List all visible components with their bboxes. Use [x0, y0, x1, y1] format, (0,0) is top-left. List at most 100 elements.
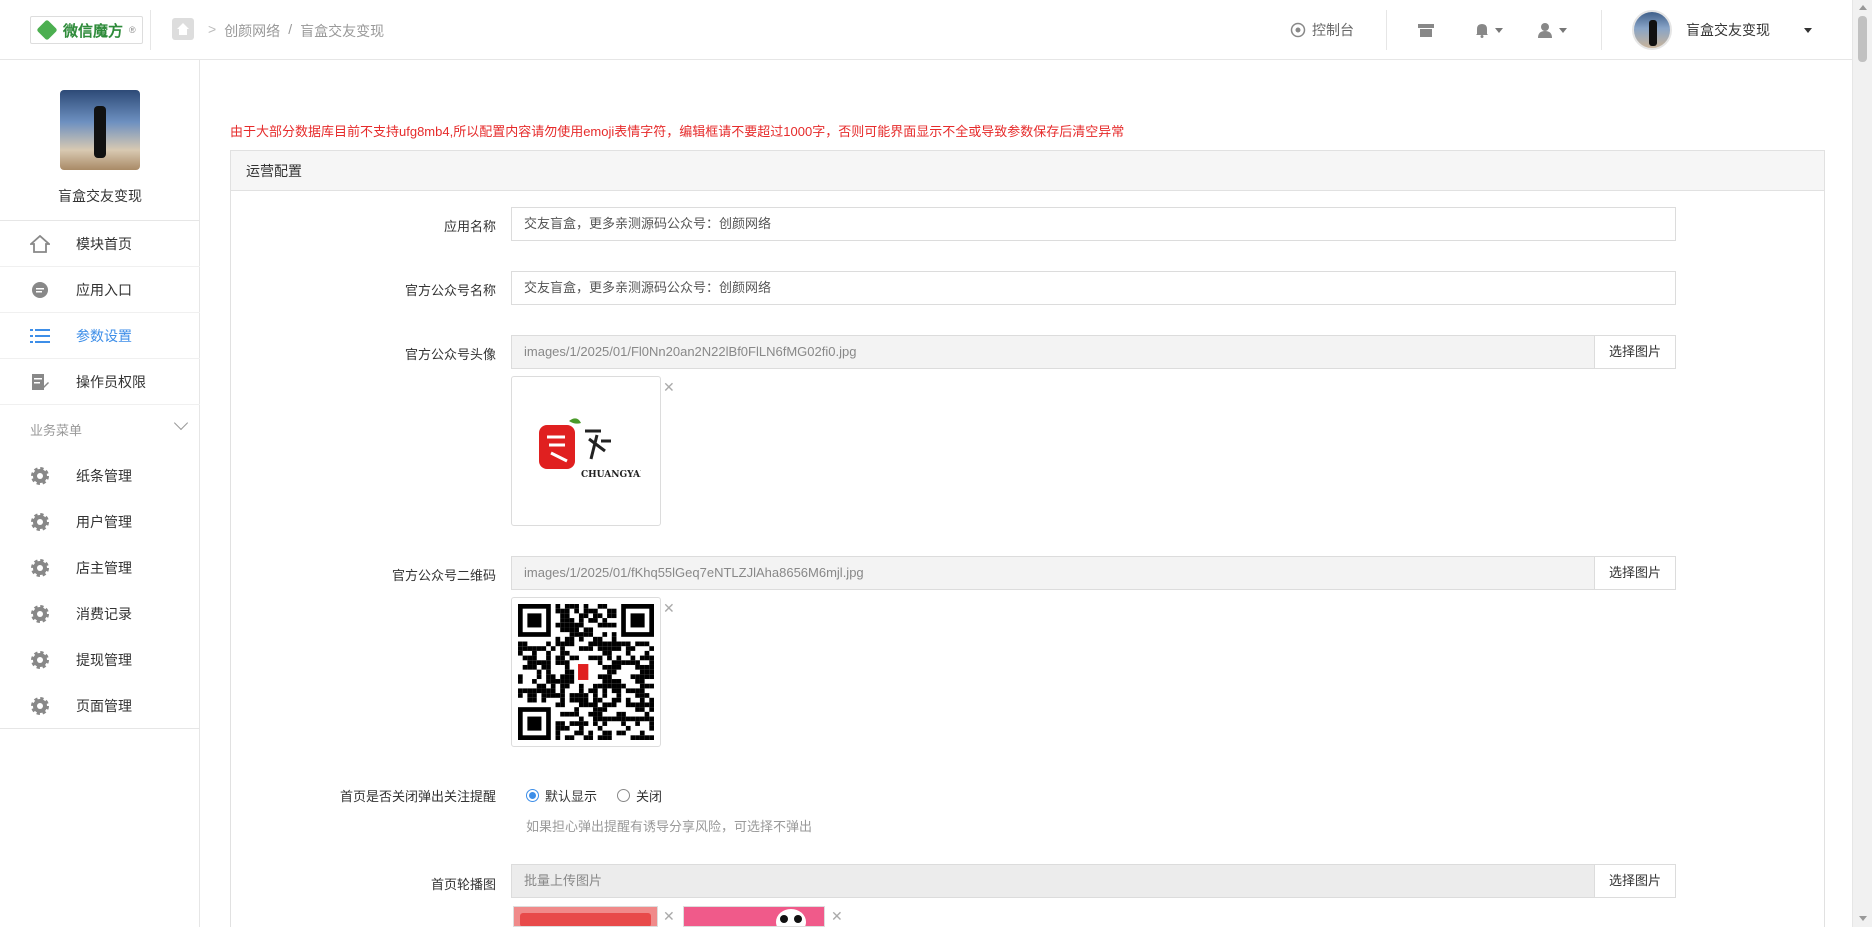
home-icon [30, 234, 50, 254]
gauge-icon [1290, 22, 1306, 38]
chuangyan-logo-image: CHUANGYAN [539, 418, 641, 480]
radio-default-label: 默认显示 [545, 789, 598, 804]
console-link[interactable]: 控制台 [1290, 0, 1354, 60]
edit-doc-icon [30, 372, 50, 392]
remove-avatar-icon[interactable]: ✕ [663, 379, 675, 396]
avatar [1632, 10, 1672, 50]
scroll-down-icon[interactable] [1859, 916, 1867, 921]
sidebar-item-label: 提现管理 [76, 652, 132, 668]
avatar-thumbnail: CHUANGYAN [511, 376, 661, 526]
sidebar: 盲盒交友变现 模块首页 应用入口 参数设置 操作员权限 业务菜单 纸条管理 用户… [0, 60, 200, 927]
caret-down-icon [1559, 27, 1567, 33]
sidebar-item-module-home[interactable]: 模块首页 [0, 221, 200, 267]
radio-close[interactable] [617, 789, 630, 802]
divider [1601, 10, 1602, 50]
scroll-up-icon[interactable] [1859, 5, 1867, 10]
user-menu-button[interactable] [1537, 0, 1567, 60]
business-menu-title: 业务菜单 [30, 423, 83, 438]
home-icon[interactable] [172, 18, 194, 40]
store-button[interactable] [1417, 0, 1435, 60]
account-menu[interactable]: 盲盒交友变现 [1632, 0, 1812, 60]
page-scrollbar[interactable] [1852, 0, 1872, 927]
sidebar-item-label: 操作员权限 [76, 373, 146, 390]
banner-upload-input[interactable]: 批量上传图片 [511, 864, 1596, 898]
remove-qrcode-icon[interactable]: ✕ [663, 600, 675, 617]
scroll-thumb[interactable] [1858, 16, 1867, 62]
mp-qrcode-label: 官方公众号二维码 [391, 568, 496, 583]
divider [1386, 10, 1387, 50]
warning-message: 由于大部分数据库目前不支持ufg8mb4,所以配置内容请勿使用emoji表情字符… [230, 124, 1125, 139]
gear-icon [30, 650, 50, 670]
mp-name-input[interactable]: 交友盲盒，更多亲测源码公众号：创颜网络 [511, 271, 1676, 305]
bell-icon [1476, 24, 1488, 38]
breadcrumb-item[interactable]: 创颜网络 [224, 21, 280, 41]
sidebar-item-notes[interactable]: 纸条管理 [0, 453, 200, 499]
caret-down-icon [1495, 27, 1503, 33]
gear-icon [30, 696, 50, 716]
sidebar-item-settings[interactable]: 参数设置 [0, 313, 200, 359]
sidebar-item-pages[interactable]: 页面管理 [0, 683, 200, 729]
follow-popup-close-option[interactable]: 关闭 [617, 786, 662, 805]
banner-thumbnail-2 [683, 906, 825, 927]
follow-popup-default-option[interactable]: 默认显示 [526, 786, 597, 805]
logo-text: 微信魔方 [63, 22, 124, 40]
sidebar-item-label: 店主管理 [76, 560, 132, 576]
radio-default[interactable] [526, 789, 539, 802]
sidebar-item-label: 用户管理 [76, 514, 132, 530]
follow-popup-label: 首页是否关闭弹出关注提醒 [339, 789, 496, 804]
select-banner-button[interactable]: 选择图片 [1594, 864, 1676, 898]
chat-icon [30, 280, 50, 300]
mp-qrcode-path-input[interactable]: images/1/2025/01/fKhq55lGeq7eNTLZJlAha86… [511, 556, 1596, 590]
app-name-label: 应用名称 [443, 219, 496, 234]
chuangyan-logo-text: CHUANGYAN [581, 470, 641, 480]
sidebar-item-operator-permissions[interactable]: 操作员权限 [0, 359, 200, 405]
top-bar: 微信魔方 ® > 创颜网络 / 盲盒交友变现 控制台 盲盒交友变现 [0, 0, 1852, 60]
sidebar-item-consumption[interactable]: 消费记录 [0, 591, 200, 637]
gear-icon [30, 466, 50, 486]
sidebar-item-label: 纸条管理 [76, 468, 132, 484]
chevron-right-icon: > [208, 21, 217, 37]
gear-icon [30, 512, 50, 532]
sidebar-item-label: 消费记录 [76, 606, 132, 622]
mp-avatar-path-input[interactable]: images/1/2025/01/Fl0Nn20an2N22lBf0FlLN6f… [511, 335, 1596, 369]
mp-name-label: 官方公众号名称 [404, 283, 496, 298]
qrcode-image [518, 604, 654, 740]
sidebar-item-users[interactable]: 用户管理 [0, 499, 200, 545]
mp-avatar-label: 官方公众号头像 [404, 347, 496, 362]
breadcrumb-current: 盲盒交友变现 [300, 23, 385, 39]
breadcrumb: > 创颜网络 / 盲盒交友变现 [208, 21, 384, 41]
app-name-input[interactable]: 交友盲盒，更多亲测源码公众号：创颜网络 [511, 207, 1676, 241]
chevron-down-icon[interactable] [173, 415, 189, 431]
remove-banner-2-icon[interactable]: ✕ [831, 908, 843, 925]
business-menu: 纸条管理 用户管理 店主管理 消费记录 提现管理 页面管理 [0, 453, 200, 729]
radio-close-label: 关闭 [636, 789, 663, 804]
console-label: 控制台 [1312, 22, 1354, 38]
sidebar-item-app-entry[interactable]: 应用入口 [0, 267, 200, 313]
user-icon [1538, 23, 1552, 38]
divider [150, 10, 151, 50]
app-logo[interactable]: 微信魔方 ® [30, 16, 143, 44]
gear-icon [30, 558, 50, 578]
remove-banner-1-icon[interactable]: ✕ [663, 908, 675, 925]
sidebar-item-label: 参数设置 [76, 327, 132, 344]
select-avatar-button[interactable]: 选择图片 [1594, 335, 1676, 369]
select-qrcode-button[interactable]: 选择图片 [1594, 556, 1676, 590]
sidebar-item-shop-owners[interactable]: 店主管理 [0, 545, 200, 591]
panel-title: 运营配置 [231, 151, 1824, 191]
main-menu: 模块首页 应用入口 参数设置 操作员权限 [0, 220, 200, 405]
follow-popup-help: 如果担心弹出提醒有诱导分享风险，可选择不弹出 [526, 819, 813, 834]
profile-name: 盲盒交友变现 [58, 188, 142, 204]
settings-panel: 运营配置 [230, 150, 1825, 927]
list-icon [30, 326, 50, 346]
sidebar-item-withdrawals[interactable]: 提现管理 [0, 637, 200, 683]
caret-down-icon [1804, 27, 1812, 33]
account-name: 盲盒交友变现 [1686, 22, 1770, 38]
notification-button[interactable] [1475, 0, 1503, 60]
gear-icon [30, 604, 50, 624]
store-icon [1418, 24, 1434, 37]
qrcode-thumbnail [511, 597, 661, 747]
logo-registered-mark: ® [129, 25, 136, 35]
banner-thumbnail-1 [513, 906, 658, 927]
cube-icon [36, 19, 58, 41]
sidebar-item-label: 页面管理 [76, 697, 132, 714]
